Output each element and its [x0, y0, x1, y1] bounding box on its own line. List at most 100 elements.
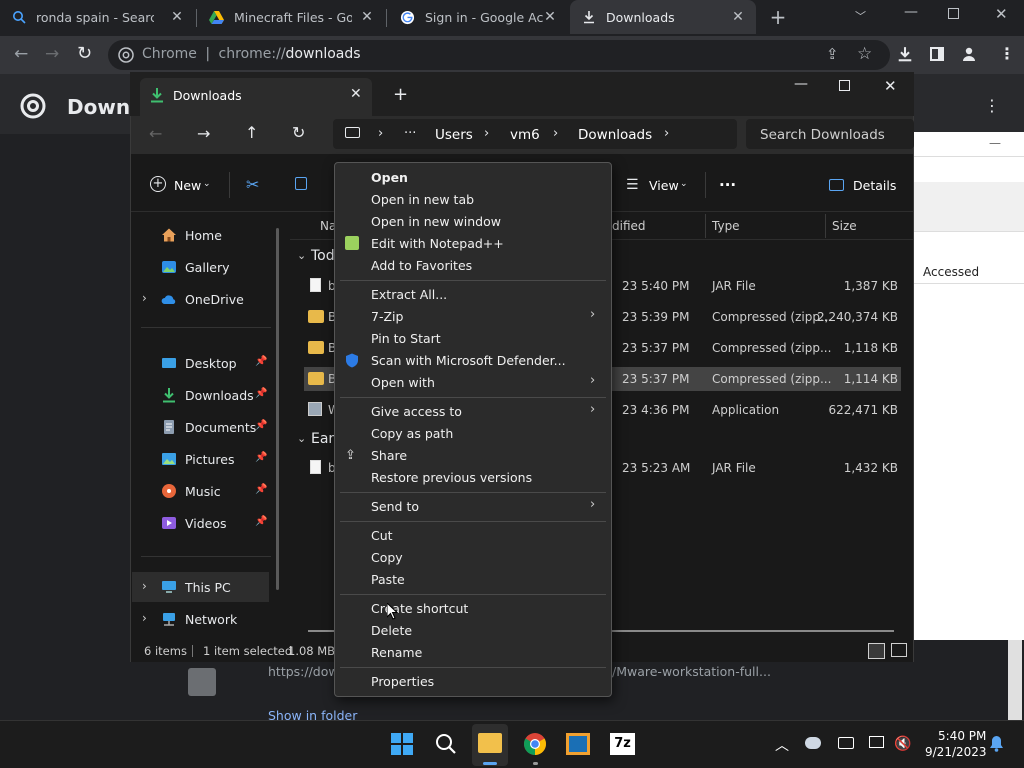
new-tab-button[interactable]: +	[393, 84, 408, 105]
view-button[interactable]: View	[649, 178, 679, 193]
pin-icon[interactable]: 📌	[255, 516, 267, 527]
column-divider[interactable]	[825, 214, 826, 238]
chevron-down-icon[interactable]: ⌄	[297, 249, 306, 262]
browser-tab-signin[interactable]: Sign in - Google Accou ✕	[388, 0, 568, 34]
chevron-right-icon[interactable]: ›	[142, 611, 147, 625]
copy-icon[interactable]	[295, 177, 307, 190]
menu-item-properties[interactable]: Properties	[371, 674, 434, 689]
menu-item-give-access-to[interactable]: Give access to	[371, 404, 462, 419]
menu-item-paste[interactable]: Paste	[371, 572, 405, 587]
restore-icon[interactable]	[948, 8, 959, 19]
breadcrumb-users[interactable]: Users	[435, 127, 473, 143]
close-icon[interactable]: ✕	[359, 9, 375, 25]
window-close-icon[interactable]: ✕	[884, 77, 897, 95]
details-button[interactable]: Details	[853, 178, 896, 193]
browser-tab-downloads[interactable]: Downloads ✕	[570, 0, 756, 34]
pin-icon[interactable]: 📌	[255, 388, 267, 399]
menu-item-pin-to-start[interactable]: Pin to Start	[371, 331, 441, 346]
menu-item-copy[interactable]: Copy	[371, 550, 403, 565]
menu-item-open-with[interactable]: Open with	[371, 375, 435, 390]
tiles-view-icon[interactable]	[891, 643, 907, 657]
forward-arrow-icon[interactable]: →	[197, 124, 210, 143]
chrome-taskbar-icon[interactable]	[523, 732, 547, 756]
speaker-muted-icon[interactable]: 🔇	[894, 736, 911, 752]
tab-search-chevron-icon[interactable]: ﹀	[855, 8, 866, 24]
taskbar-date[interactable]: 9/21/2023	[925, 745, 987, 759]
nav-item-network[interactable]: Network	[161, 607, 271, 631]
close-icon[interactable]: ✕	[169, 9, 185, 25]
pin-icon[interactable]: 📌	[255, 452, 267, 463]
nav-pane-scrollbar[interactable]	[276, 228, 279, 590]
chrome-menu-icon[interactable]: ⋮	[999, 44, 1015, 63]
column-date-modified[interactable]: dified	[612, 219, 646, 233]
search-icon[interactable]	[435, 733, 457, 755]
chevron-up-icon[interactable]: ︿	[775, 735, 789, 755]
background-scrollbar[interactable]	[1008, 640, 1022, 720]
minimize-icon[interactable]: —	[794, 76, 808, 92]
pin-icon[interactable]: 📌	[255, 420, 267, 431]
profile-avatar-icon[interactable]	[961, 46, 977, 62]
breadcrumb-more[interactable]: ···	[404, 126, 416, 141]
menu-item-open-in-new-window[interactable]: Open in new window	[371, 214, 501, 229]
group-today[interactable]: Tod	[311, 248, 335, 264]
page-menu-icon[interactable]: ⋮	[984, 96, 1000, 115]
browser-tab-search[interactable]: ronda spain - Search ✕	[0, 0, 195, 34]
window-close-icon[interactable]: ✕	[995, 5, 1008, 23]
notification-bell-icon[interactable]	[989, 735, 1004, 752]
nav-item-onedrive[interactable]: OneDrive	[161, 287, 271, 311]
back-arrow-icon[interactable]: ←	[149, 124, 162, 143]
menu-item-extract-all[interactable]: Extract All...	[371, 287, 447, 302]
menu-item-rename[interactable]: Rename	[371, 645, 422, 660]
forward-arrow-icon[interactable]: →	[45, 44, 59, 64]
download-link-text-tail[interactable]: /Mware-workstation-full...	[612, 664, 771, 679]
cut-icon[interactable]: ✂	[246, 175, 259, 194]
menu-item-create-shortcut[interactable]: Create shortcut	[371, 601, 468, 616]
share-icon[interactable]: ⇪	[826, 45, 839, 63]
details-view-icon[interactable]	[868, 643, 885, 659]
chevron-right-icon[interactable]: ›	[142, 579, 147, 593]
menu-item-add-to-favorites[interactable]: Add to Favorites	[371, 258, 472, 273]
new-tab-button[interactable]: +	[768, 7, 788, 27]
file-explorer-taskbar-icon[interactable]	[478, 733, 502, 753]
bookmark-star-icon[interactable]: ☆	[857, 44, 872, 64]
minimize-icon[interactable]: —	[904, 4, 918, 20]
menu-item-restore-previous-versions[interactable]: Restore previous versions	[371, 470, 532, 485]
back-arrow-icon[interactable]: ←	[14, 44, 28, 64]
up-arrow-icon[interactable]: ↑	[245, 123, 258, 142]
nav-item-thispc[interactable]: This PC	[161, 575, 271, 599]
close-icon[interactable]: ✕	[730, 9, 746, 25]
more-options-button[interactable]: ···	[719, 176, 736, 194]
vmware-taskbar-icon[interactable]	[566, 733, 590, 755]
downloads-toolbar-icon[interactable]	[897, 46, 913, 62]
menu-item-7zip[interactable]: 7-Zip	[371, 309, 403, 324]
download-link-text[interactable]: https://dow	[268, 664, 339, 679]
breadcrumb-vm6[interactable]: vm6	[510, 127, 540, 143]
menu-item-share[interactable]: Share	[371, 448, 407, 463]
taskbar-time[interactable]: 5:40 PM	[938, 729, 986, 743]
keyboard-icon[interactable]	[838, 737, 854, 749]
onedrive-tray-icon[interactable]	[805, 737, 821, 749]
column-type[interactable]: Type	[712, 219, 740, 233]
network-monitor-icon[interactable]	[869, 736, 884, 748]
menu-item-delete[interactable]: Delete	[371, 623, 412, 638]
nav-item-home[interactable]: Home	[161, 223, 271, 247]
new-button[interactable]: New	[174, 178, 201, 193]
menu-item-scan-defender[interactable]: Scan with Microsoft Defender...	[371, 353, 566, 368]
menu-item-edit-with-notepad[interactable]: Edit with Notepad++	[371, 236, 504, 251]
close-icon[interactable]: ✕	[350, 86, 362, 102]
menu-item-copy-as-path[interactable]: Copy as path	[371, 426, 453, 441]
refresh-icon[interactable]: ↻	[292, 123, 305, 142]
pin-icon[interactable]: 📌	[255, 356, 267, 367]
column-size[interactable]: Size	[832, 219, 857, 233]
windows-start-icon[interactable]	[391, 733, 413, 755]
maximize-icon[interactable]	[839, 80, 850, 91]
menu-item-cut[interactable]: Cut	[371, 528, 393, 543]
menu-item-open[interactable]: Open	[371, 170, 408, 185]
menu-item-open-in-new-tab[interactable]: Open in new tab	[371, 192, 474, 207]
nav-item-gallery[interactable]: Gallery	[161, 255, 271, 279]
close-icon[interactable]: ✕	[542, 9, 558, 25]
column-divider[interactable]	[705, 214, 706, 238]
chevron-down-icon[interactable]: ⌄	[297, 432, 306, 445]
menu-item-send-to[interactable]: Send to	[371, 499, 419, 514]
side-panel-icon[interactable]	[930, 47, 944, 61]
